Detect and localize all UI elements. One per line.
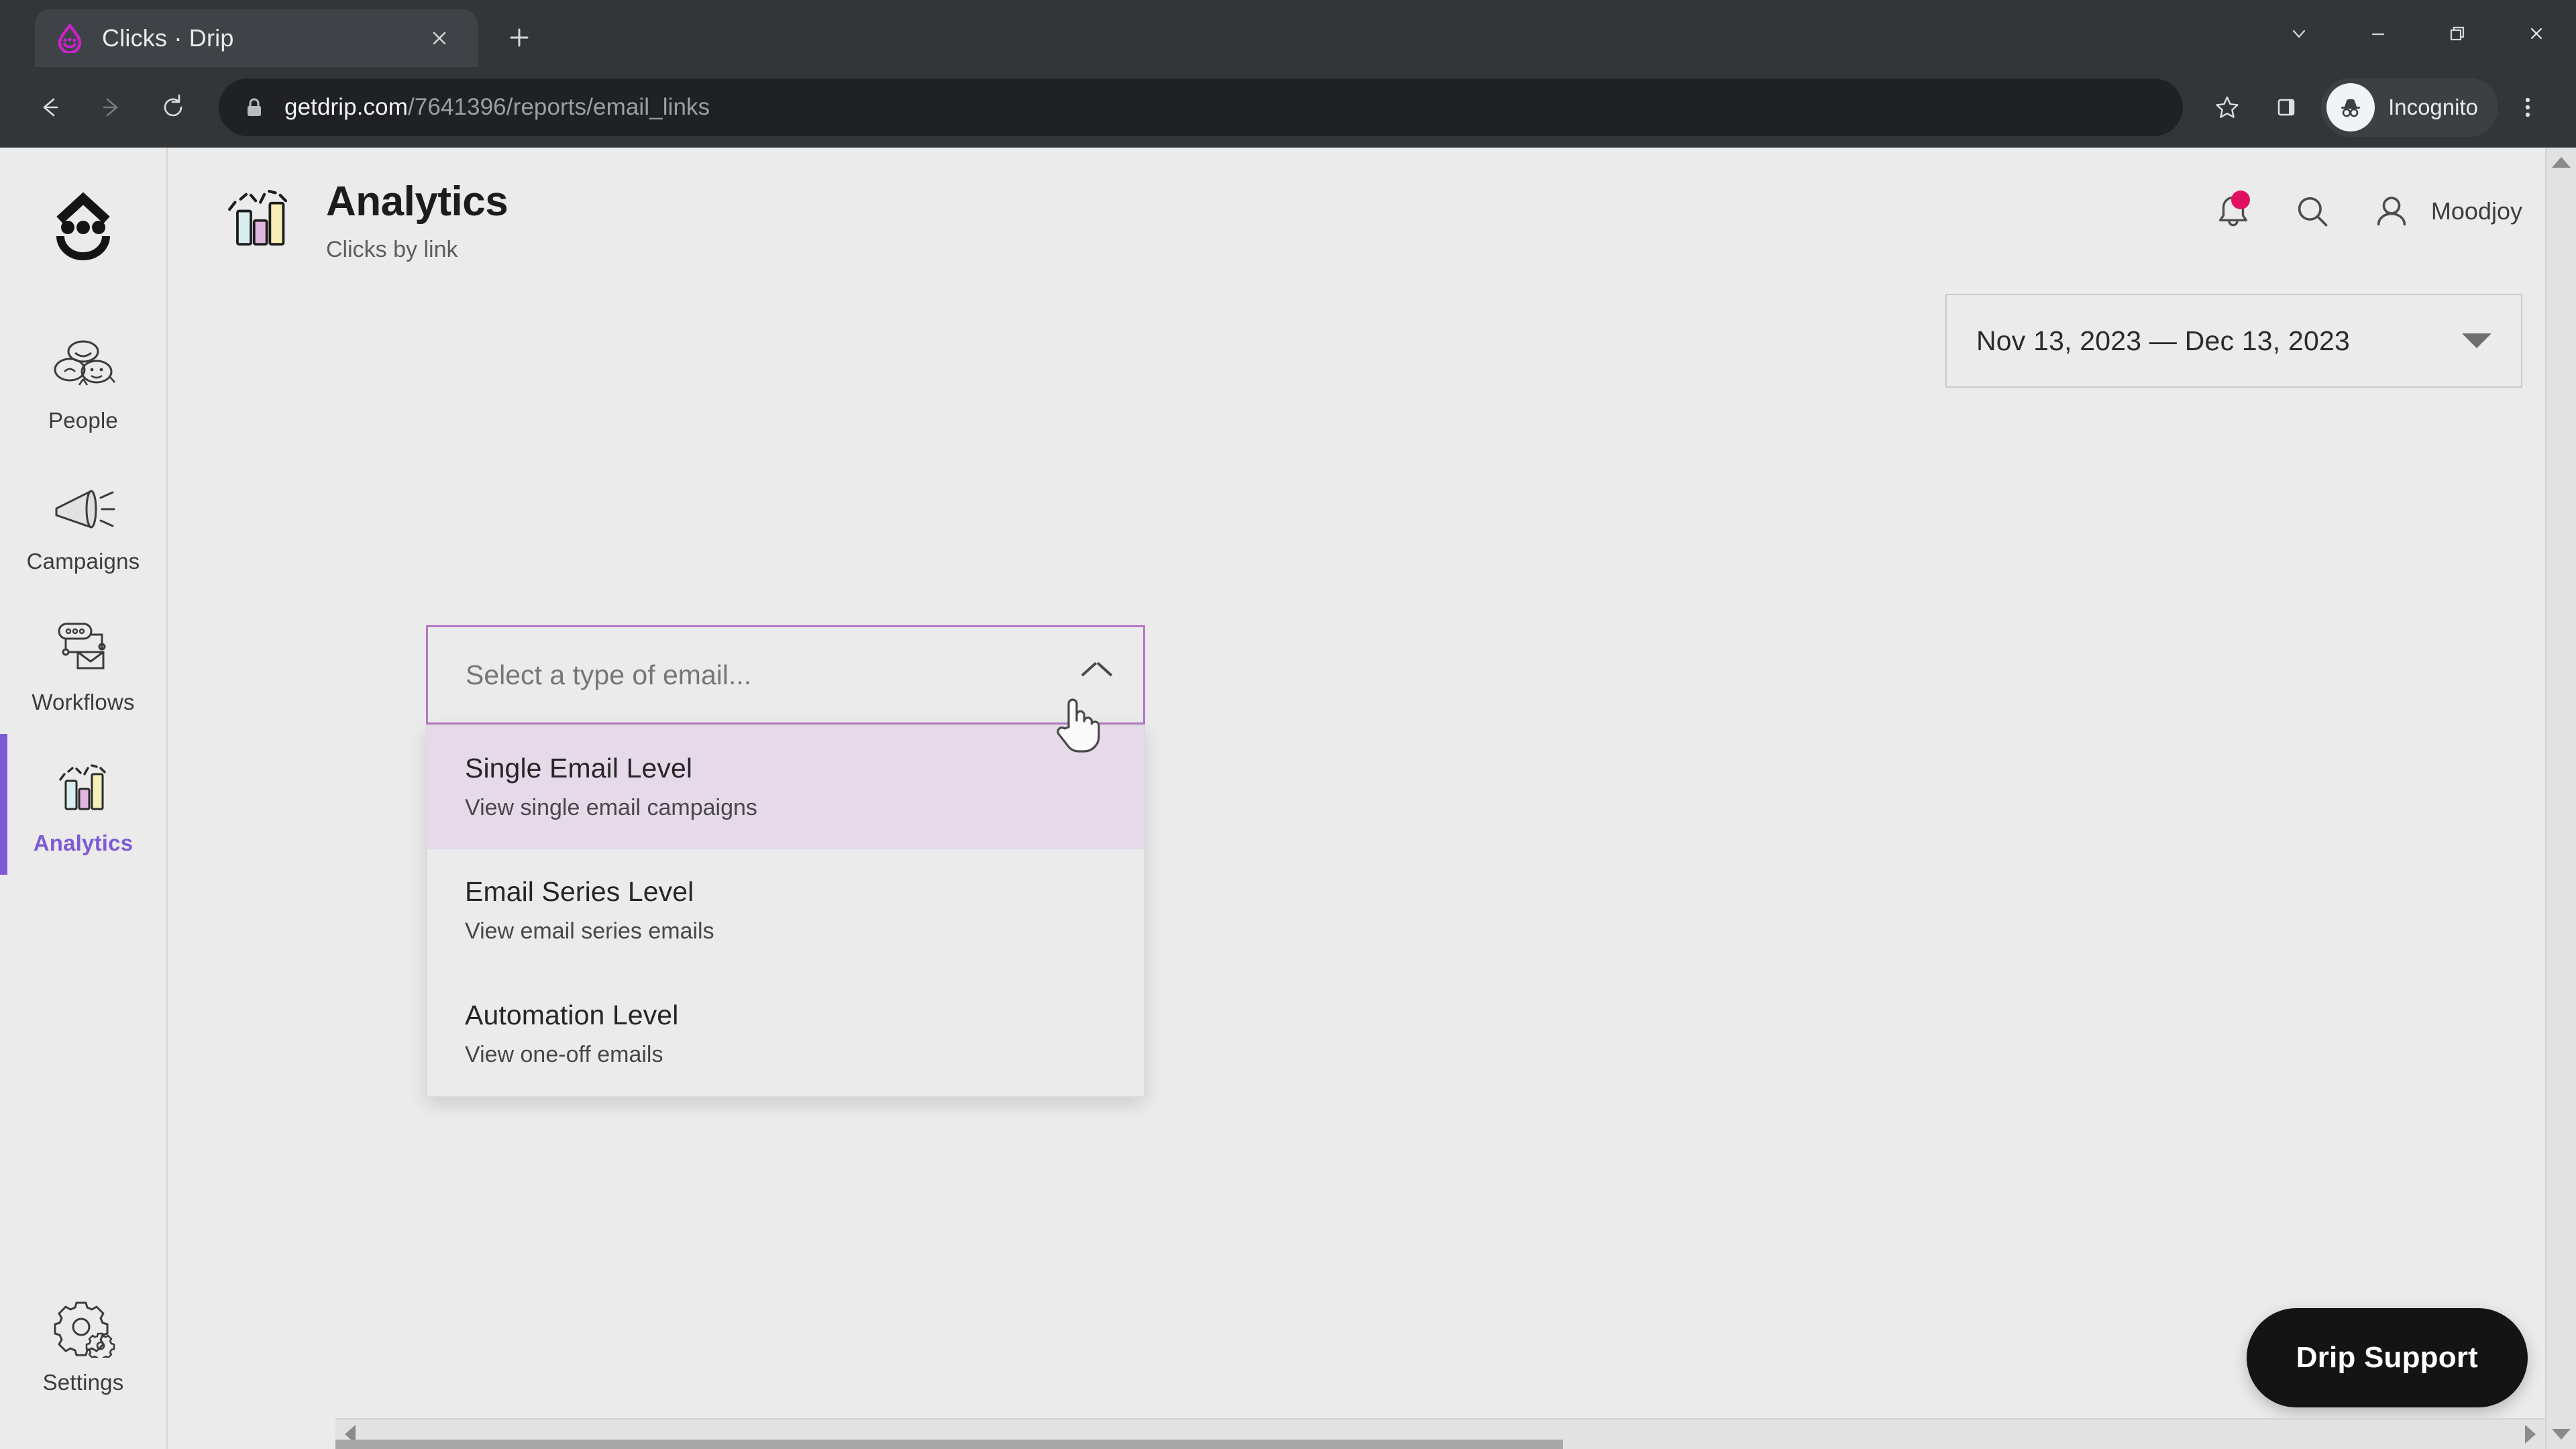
person-icon (2369, 189, 2414, 233)
sidebar-item-settings[interactable]: Settings (0, 1273, 167, 1414)
drip-support-button[interactable]: Drip Support (2246, 1308, 2528, 1407)
browser-window: Clicks · Drip getdrip.com/7641396/report… (0, 0, 2576, 1449)
url-text: getdrip.com/7641396/reports/email_links (284, 94, 710, 121)
search-icon[interactable] (2290, 189, 2334, 233)
chevron-up-icon (1083, 666, 1111, 684)
page-title: Analytics (326, 178, 508, 225)
page-subtitle: Clicks by link (326, 237, 458, 263)
arrow-right-icon[interactable] (2525, 1425, 2536, 1444)
app-sidebar: People Campaigns Workflows Analytics Set… (0, 148, 168, 1449)
drip-droplet-icon (55, 23, 85, 54)
incognito-hat-icon (2326, 83, 2375, 131)
browser-toolbar: getdrip.com/7641396/reports/email_links (0, 67, 2576, 148)
sidebar-item-label: Campaigns (26, 549, 140, 574)
lock-icon (241, 95, 267, 120)
header-actions: Moodjoy (2211, 189, 2522, 233)
close-icon[interactable] (421, 20, 458, 56)
sidebar-item-label: Settings (42, 1370, 124, 1395)
notification-badge (2231, 191, 2250, 209)
dropdown-option-automation-level[interactable]: Automation Level View one-off emails (427, 973, 1144, 1096)
bell-icon[interactable] (2211, 189, 2255, 233)
email-type-dropdown: Single Email Level View single email cam… (426, 724, 1145, 1097)
arrow-down-icon[interactable] (2552, 1429, 2571, 1440)
date-range-value: Nov 13, 2023 — Dec 13, 2023 (1976, 325, 2350, 356)
tab-strip: Clicks · Drip (0, 0, 2576, 67)
page-viewport: People Campaigns Workflows Analytics Set… (0, 148, 2576, 1449)
workflow-icon (47, 616, 119, 678)
gear-icon (47, 1296, 119, 1358)
arrow-right-icon[interactable] (80, 76, 142, 138)
horizontal-scrollbar[interactable] (335, 1418, 2545, 1449)
browser-tab[interactable]: Clicks · Drip (35, 9, 478, 67)
sidebar-item-people[interactable]: People (0, 311, 167, 452)
account-menu[interactable]: Moodjoy (2369, 189, 2522, 233)
megaphone-icon (47, 475, 119, 537)
sidebar-item-campaigns[interactable]: Campaigns (0, 452, 167, 593)
people-icon (47, 334, 119, 396)
bar-chart-icon (47, 757, 119, 818)
sidebar-item-label: People (48, 408, 118, 433)
drip-support-label: Drip Support (2296, 1341, 2478, 1374)
incognito-label: Incognito (2388, 95, 2478, 119)
dropdown-option-description: View one-off emails (465, 1042, 663, 1067)
side-panel-icon[interactable] (2257, 78, 2316, 137)
dropdown-option-single-email-level[interactable]: Single Email Level View single email cam… (427, 726, 1144, 849)
caret-down-icon (2462, 333, 2491, 348)
sidebar-item-label: Workflows (32, 690, 135, 714)
arrow-up-icon[interactable] (2552, 157, 2571, 168)
plus-icon[interactable] (495, 13, 543, 62)
account-name: Moodjoy (2430, 197, 2522, 225)
tab-title: Clicks · Drip (102, 24, 234, 52)
drip-smiley-logo[interactable] (44, 185, 123, 264)
bar-chart-icon (220, 180, 299, 255)
url-path: /7641396/reports/email_links (407, 94, 710, 120)
dropdown-option-email-series-level[interactable]: Email Series Level View email series ema… (427, 849, 1144, 973)
dropdown-option-title: Email Series Level (465, 876, 694, 907)
vertical-scrollbar[interactable] (2545, 148, 2576, 1449)
incognito-profile-chip[interactable]: Incognito (2321, 78, 2498, 137)
email-type-select-trigger[interactable]: Select a type of email... (426, 625, 1145, 724)
sidebar-item-workflows[interactable]: Workflows (0, 593, 167, 734)
horizontal-scrollbar-thumb[interactable] (335, 1440, 1563, 1449)
dropdown-option-title: Single Email Level (465, 753, 693, 784)
email-type-select-placeholder: Select a type of email... (466, 659, 752, 690)
star-icon[interactable] (2198, 78, 2257, 137)
dropdown-option-description: View single email campaigns (465, 795, 757, 820)
chevron-down-icon[interactable] (2259, 0, 2339, 67)
dropdown-option-title: Automation Level (465, 1000, 679, 1030)
minimize-icon[interactable] (2339, 0, 2418, 67)
main-content: Analytics Clicks by link Moodjoy Nov 13,… (168, 148, 2576, 1449)
page-header-text: Analytics Clicks by link (326, 180, 508, 263)
restore-icon[interactable] (2418, 0, 2497, 67)
sidebar-item-analytics[interactable]: Analytics (0, 734, 167, 875)
address-bar[interactable]: getdrip.com/7641396/reports/email_links (219, 78, 2184, 136)
url-domain: getdrip.com (284, 94, 408, 120)
email-type-select: Select a type of email... Single Email L… (426, 625, 1145, 1097)
three-dots-vertical-icon[interactable] (2498, 78, 2557, 137)
date-range-selector[interactable]: Nov 13, 2023 — Dec 13, 2023 (1945, 294, 2522, 388)
sidebar-item-label: Analytics (33, 830, 133, 855)
dropdown-option-description: View email series emails (465, 918, 714, 944)
window-controls (2259, 0, 2576, 67)
reload-icon[interactable] (142, 76, 204, 138)
arrow-left-icon[interactable] (19, 76, 80, 138)
close-icon[interactable] (2497, 0, 2576, 67)
